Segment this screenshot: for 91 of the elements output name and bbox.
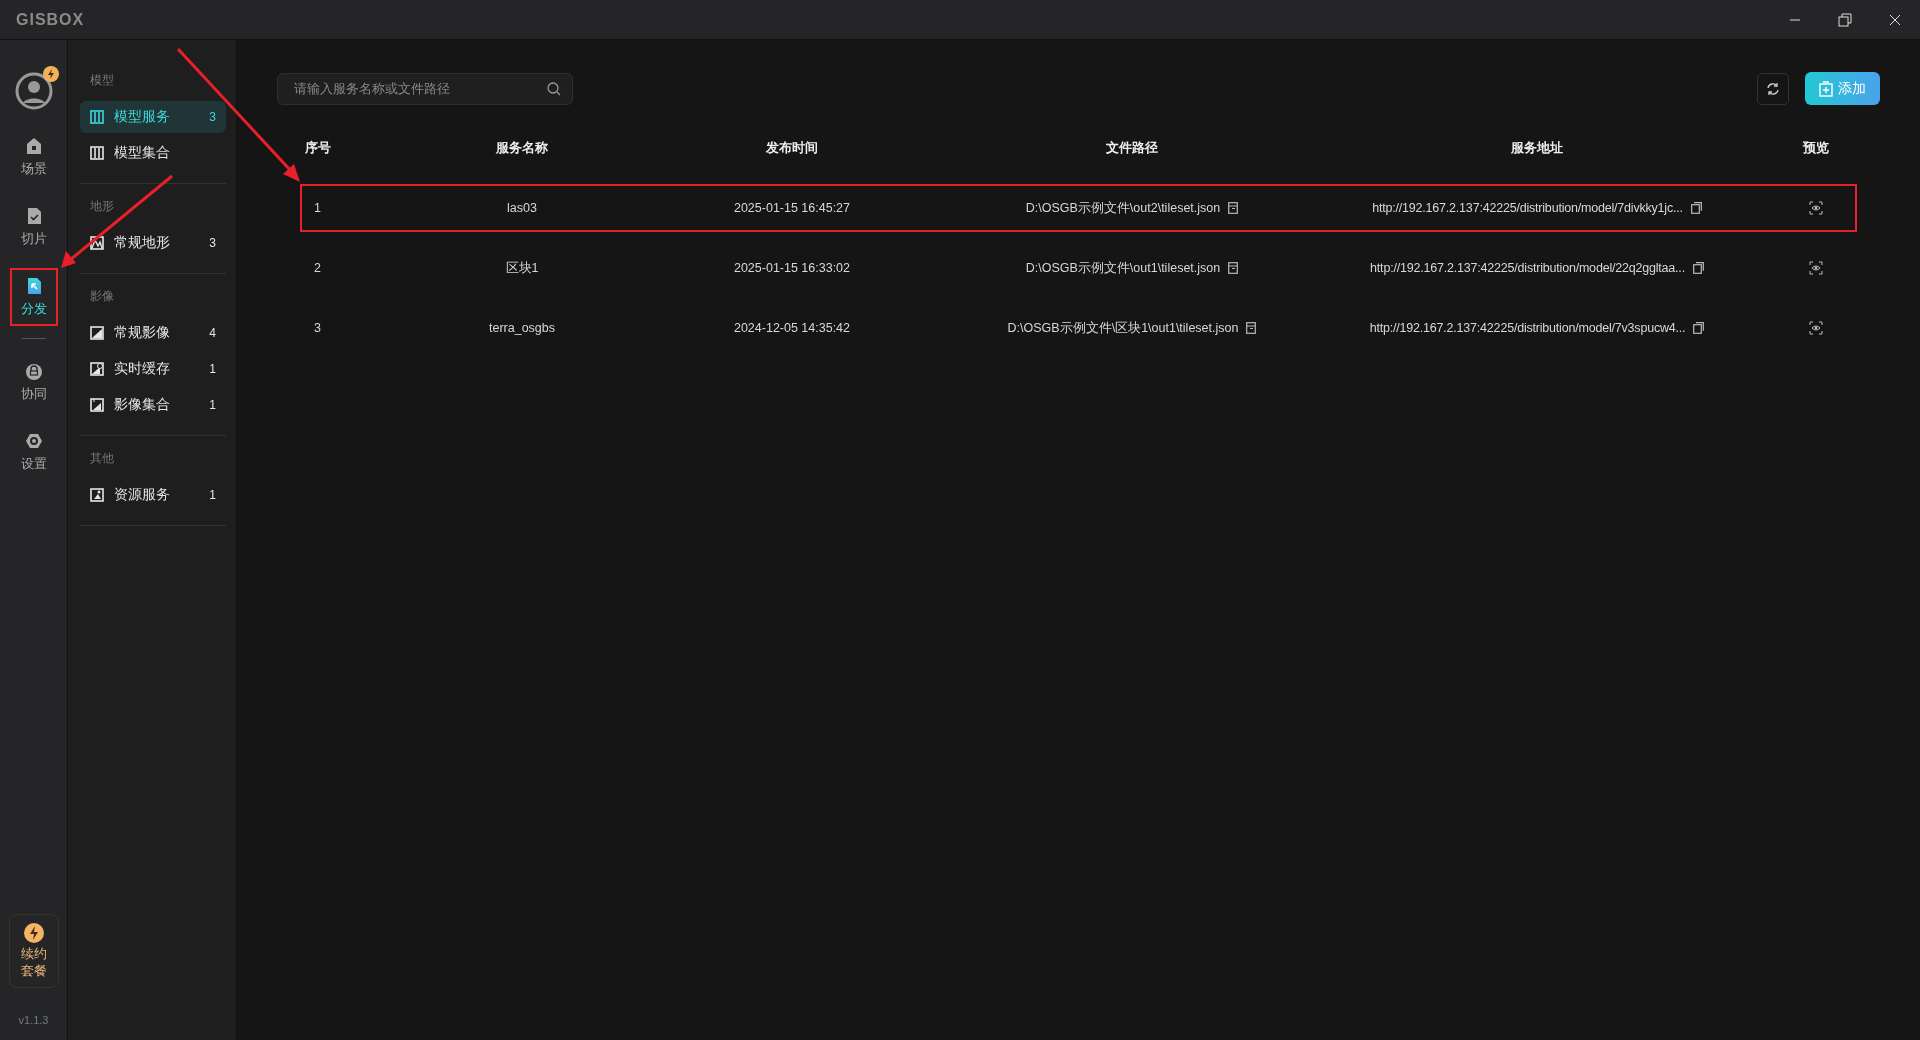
table-cell-text: las03 (506, 201, 538, 215)
refresh-button[interactable] (1757, 72, 1789, 105)
nav-item[interactable]: 场景 (9, 128, 58, 186)
nav-item[interactable]: 切片 (9, 198, 58, 256)
section-heading: 其他 (90, 450, 115, 467)
copy-button[interactable] (1693, 322, 1705, 334)
sidebar-item[interactable]: 实时缓存 1 (80, 353, 226, 385)
section-heading: 模型 (90, 72, 115, 89)
column-header: 发布时间 (765, 139, 819, 157)
item-count: 4 (209, 326, 216, 340)
bolt-icon (23, 923, 44, 943)
close-icon (1889, 13, 1901, 26)
preview-button[interactable] (1808, 201, 1823, 215)
lock-icon (23, 361, 44, 381)
nav-item[interactable]: 协同 (9, 353, 58, 411)
column-header: 序号 (304, 139, 332, 157)
service-url: http://192.167.2.137:42225/distribution/model/7v3spucw4... (1369, 321, 1686, 335)
avatar-icon (14, 72, 53, 110)
section-heading: 地形 (90, 198, 115, 215)
file-path: D:\OSGB示例文件\区块1\out1\tileset.json (1007, 319, 1239, 337)
item-count: 1 (209, 398, 216, 412)
column-header: 服务名称 (495, 139, 549, 157)
table-cell-text: 2 (313, 261, 322, 275)
service-url: http://192.167.2.137:42225/distribution/model/7divkky1jc... (1372, 201, 1683, 215)
table-cell-text: 区块1 (504, 259, 540, 277)
item-label: 资源服务 (114, 486, 171, 504)
columns-icon (90, 110, 104, 124)
sidebar-item[interactable]: 影像集合 1 (80, 389, 226, 421)
copy-button[interactable] (1692, 262, 1704, 274)
preview-button[interactable] (1808, 321, 1823, 335)
search-icon (547, 81, 561, 96)
copy-icon (1690, 202, 1702, 214)
resource-icon (90, 488, 104, 502)
nav-item[interactable]: 分发 (9, 268, 58, 326)
nav-item[interactable]: 设置 (9, 423, 58, 481)
renew-plan-card[interactable]: 续约 套餐 (8, 914, 59, 988)
add-document-icon (1819, 80, 1833, 97)
version-label: v1.1.3 (18, 1014, 49, 1026)
preview-button[interactable] (1808, 261, 1823, 275)
item-label: 常规地形 (114, 234, 171, 252)
search-field[interactable]: 请输入服务名称或文件路径 (277, 72, 573, 105)
open-file-button[interactable] (1246, 322, 1257, 334)
gear-icon (23, 431, 44, 451)
table-cell-text: 2024-12-05 14:35:42 (732, 321, 852, 335)
image-icon (90, 326, 104, 340)
column-header: 服务地址 (1510, 139, 1564, 157)
open-file-button[interactable] (1228, 202, 1239, 214)
item-count: 1 (209, 362, 216, 376)
table-cell-text: 1 (313, 201, 322, 215)
copy-icon (1692, 262, 1704, 274)
item-count: 3 (209, 236, 216, 250)
section-heading: 影像 (90, 288, 115, 305)
sidebar-item[interactable]: 常规地形 3 (80, 227, 226, 259)
eye-scan-icon (1808, 201, 1823, 215)
bolt-icon (46, 69, 55, 79)
open-file-button[interactable] (1228, 262, 1239, 274)
eye-scan-icon (1808, 261, 1823, 275)
renew-plan-label: 续约 套餐 (20, 945, 47, 979)
sidebar-item[interactable]: 资源服务 1 (80, 479, 226, 511)
restore-icon (1838, 12, 1852, 27)
table-cell-text: 2025-01-15 16:33:02 (732, 261, 852, 275)
item-label: 模型服务 (114, 108, 171, 126)
refresh-icon (1765, 80, 1781, 97)
table-cell-text: terra_osgbs (488, 321, 556, 335)
item-label: 实时缓存 (114, 360, 171, 378)
eye-scan-icon (1808, 321, 1823, 335)
copy-button[interactable] (1690, 202, 1702, 214)
file-icon (1228, 202, 1239, 214)
app-logo: GISBOX (16, 10, 85, 29)
item-count: 1 (209, 488, 216, 502)
file-path: D:\OSGB示例文件\out1\tileset.json (1025, 259, 1221, 277)
item-label: 常规影像 (114, 324, 171, 342)
item-label: 影像集合 (114, 396, 171, 414)
columns-icon (90, 146, 104, 160)
file-path: D:\OSGB示例文件\out2\tileset.json (1025, 199, 1221, 217)
item-label: 模型集合 (114, 144, 171, 162)
copy-icon (1693, 322, 1705, 334)
image-stack-icon (90, 398, 104, 412)
sidebar-item[interactable]: 模型集合 (80, 137, 226, 169)
sidebar-item[interactable]: 模型服务 3 (80, 101, 226, 133)
file-icon (1246, 322, 1257, 334)
service-url: http://192.167.2.137:42225/distribution/model/22q2ggltaa... (1370, 261, 1685, 275)
file-icon (1228, 262, 1239, 274)
table-cell-text: 2025-01-15 16:45:27 (732, 201, 852, 215)
item-count: 3 (209, 110, 216, 124)
terrain-icon (90, 236, 104, 250)
table-cell-text: 3 (313, 321, 322, 335)
image-clock-icon (90, 362, 104, 376)
sidebar-item[interactable]: 常规影像 4 (80, 317, 226, 349)
column-header: 文件路径 (1105, 139, 1159, 157)
column-header: 预览 (1801, 139, 1830, 157)
